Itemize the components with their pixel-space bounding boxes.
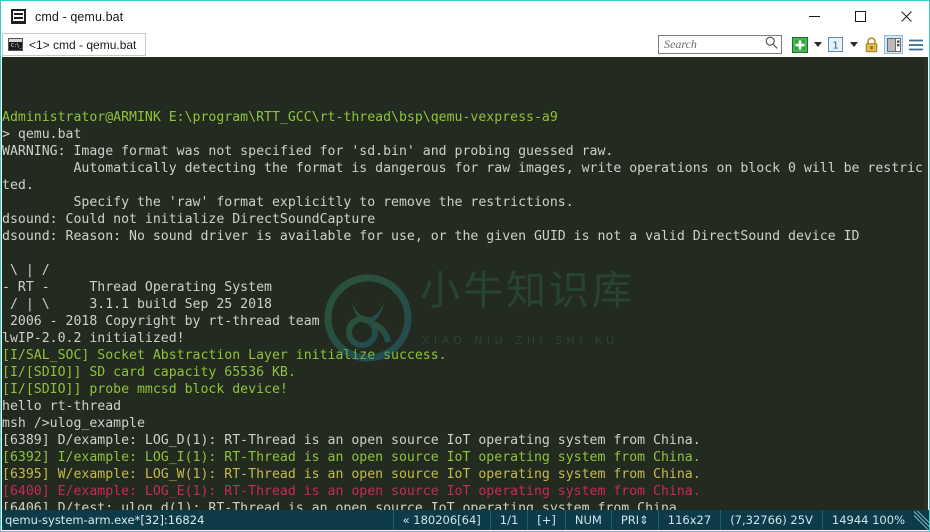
terminal-line: - RT - Thread Operating System bbox=[2, 280, 272, 295]
status-cell: (7,32766) 25V bbox=[720, 510, 822, 530]
tab-switch-dropdown[interactable] bbox=[848, 35, 859, 54]
status-cells: « 180206[64] 1/1 [+] NUM PRI⇕ 116x27 (7,32766)… bbox=[392, 510, 929, 530]
terminal-line: [6400] E/example: LOG_E(1): RT-Thread is… bbox=[2, 484, 701, 499]
terminal-line: Administrator@ARMINK E:\program\RTT_GCC\… bbox=[2, 110, 558, 125]
terminal-line: 2006 - 2018 Copyright by rt-thread team bbox=[2, 314, 320, 329]
terminal-line: Automatically detecting the format is da… bbox=[2, 161, 923, 176]
terminal-line: lwIP-2.0.2 initialized! bbox=[2, 331, 185, 346]
terminal-line: dsound: Could not initialize DirectSound… bbox=[2, 212, 376, 227]
terminal-line: [6392] I/example: LOG_I(1): RT-Thread is… bbox=[2, 450, 701, 465]
status-cell: 116x27 bbox=[657, 510, 720, 530]
terminal-line: hello rt-thread bbox=[2, 399, 122, 414]
terminal-line: Specify the 'raw' format explicitly to r… bbox=[2, 195, 574, 210]
lock-icon[interactable] bbox=[862, 35, 881, 54]
terminal-line: > qemu.bat bbox=[2, 127, 82, 142]
terminal-line: ted. bbox=[2, 178, 34, 193]
window-controls bbox=[791, 1, 929, 32]
status-cell: 1/1 bbox=[489, 510, 528, 530]
new-tab-button[interactable] bbox=[790, 35, 809, 54]
new-tab-dropdown[interactable] bbox=[812, 35, 823, 54]
title-bar: cmd - qemu.bat bbox=[1, 1, 929, 32]
console-window-icon bbox=[10, 8, 27, 25]
maximize-button[interactable] bbox=[837, 1, 883, 32]
console-window: cmd - qemu.bat C:\_ <1> cmd - qemu.bat S… bbox=[0, 0, 930, 532]
status-cell: NUM bbox=[564, 510, 611, 530]
window-title: cmd - qemu.bat bbox=[35, 9, 124, 24]
menu-icon[interactable] bbox=[906, 35, 925, 54]
terminal-line: \ | / bbox=[2, 263, 50, 278]
terminal-output[interactable]: 小牛知识库 XIAO NIU ZHI SHI KU Administrator@… bbox=[2, 57, 927, 512]
minimize-button[interactable] bbox=[791, 1, 837, 32]
terminal-line: [6389] D/example: LOG_D(1): RT-Thread is… bbox=[2, 433, 701, 448]
status-bar: qemu-system-arm.exe*[32]:16824 « 180206[… bbox=[2, 510, 929, 530]
status-cell: [+] bbox=[527, 510, 565, 530]
tab-label: <1> cmd - qemu.bat bbox=[29, 37, 137, 52]
terminal-line: [I/[SDIO]] SD card capacity 65536 KB. bbox=[2, 365, 296, 380]
search-box[interactable] bbox=[658, 35, 782, 54]
terminal-line: [I/SAL_SOC] Socket Abstraction Layer ini… bbox=[2, 348, 447, 363]
status-cell: PRI⇕ bbox=[610, 510, 658, 530]
search-icon[interactable] bbox=[765, 36, 778, 54]
resize-grip[interactable] bbox=[914, 510, 929, 530]
terminal-line: [I/[SDIO]] probe mmcsd block device! bbox=[2, 382, 288, 397]
toolbar: 1 bbox=[658, 32, 925, 57]
close-button[interactable] bbox=[883, 1, 929, 32]
svg-text:1: 1 bbox=[832, 40, 838, 51]
terminal-line: msh />ulog_example bbox=[2, 416, 145, 431]
search-input[interactable] bbox=[664, 37, 765, 52]
status-process: qemu-system-arm.exe*[32]:16824 bbox=[5, 513, 205, 527]
scrollbar[interactable] bbox=[924, 57, 928, 512]
tab-cmd-qemu[interactable]: C:\_ <1> cmd - qemu.bat bbox=[2, 33, 147, 56]
cmd-icon: C:\_ bbox=[8, 38, 23, 51]
status-cell: « 180206[64] bbox=[392, 510, 490, 530]
panel-toggle-button[interactable] bbox=[884, 35, 903, 54]
terminal-line: WARNING: Image format was not specified … bbox=[2, 144, 614, 159]
terminal-line: / | \ 3.1.1 build Sep 25 2018 bbox=[2, 297, 272, 312]
status-cell: 14944 100% bbox=[821, 510, 914, 530]
terminal-line: [6395] W/example: LOG_W(1): RT-Thread is… bbox=[2, 467, 701, 482]
terminal-line: dsound: Reason: No sound driver is avail… bbox=[2, 229, 860, 244]
tab-switch-button[interactable]: 1 bbox=[826, 35, 845, 54]
